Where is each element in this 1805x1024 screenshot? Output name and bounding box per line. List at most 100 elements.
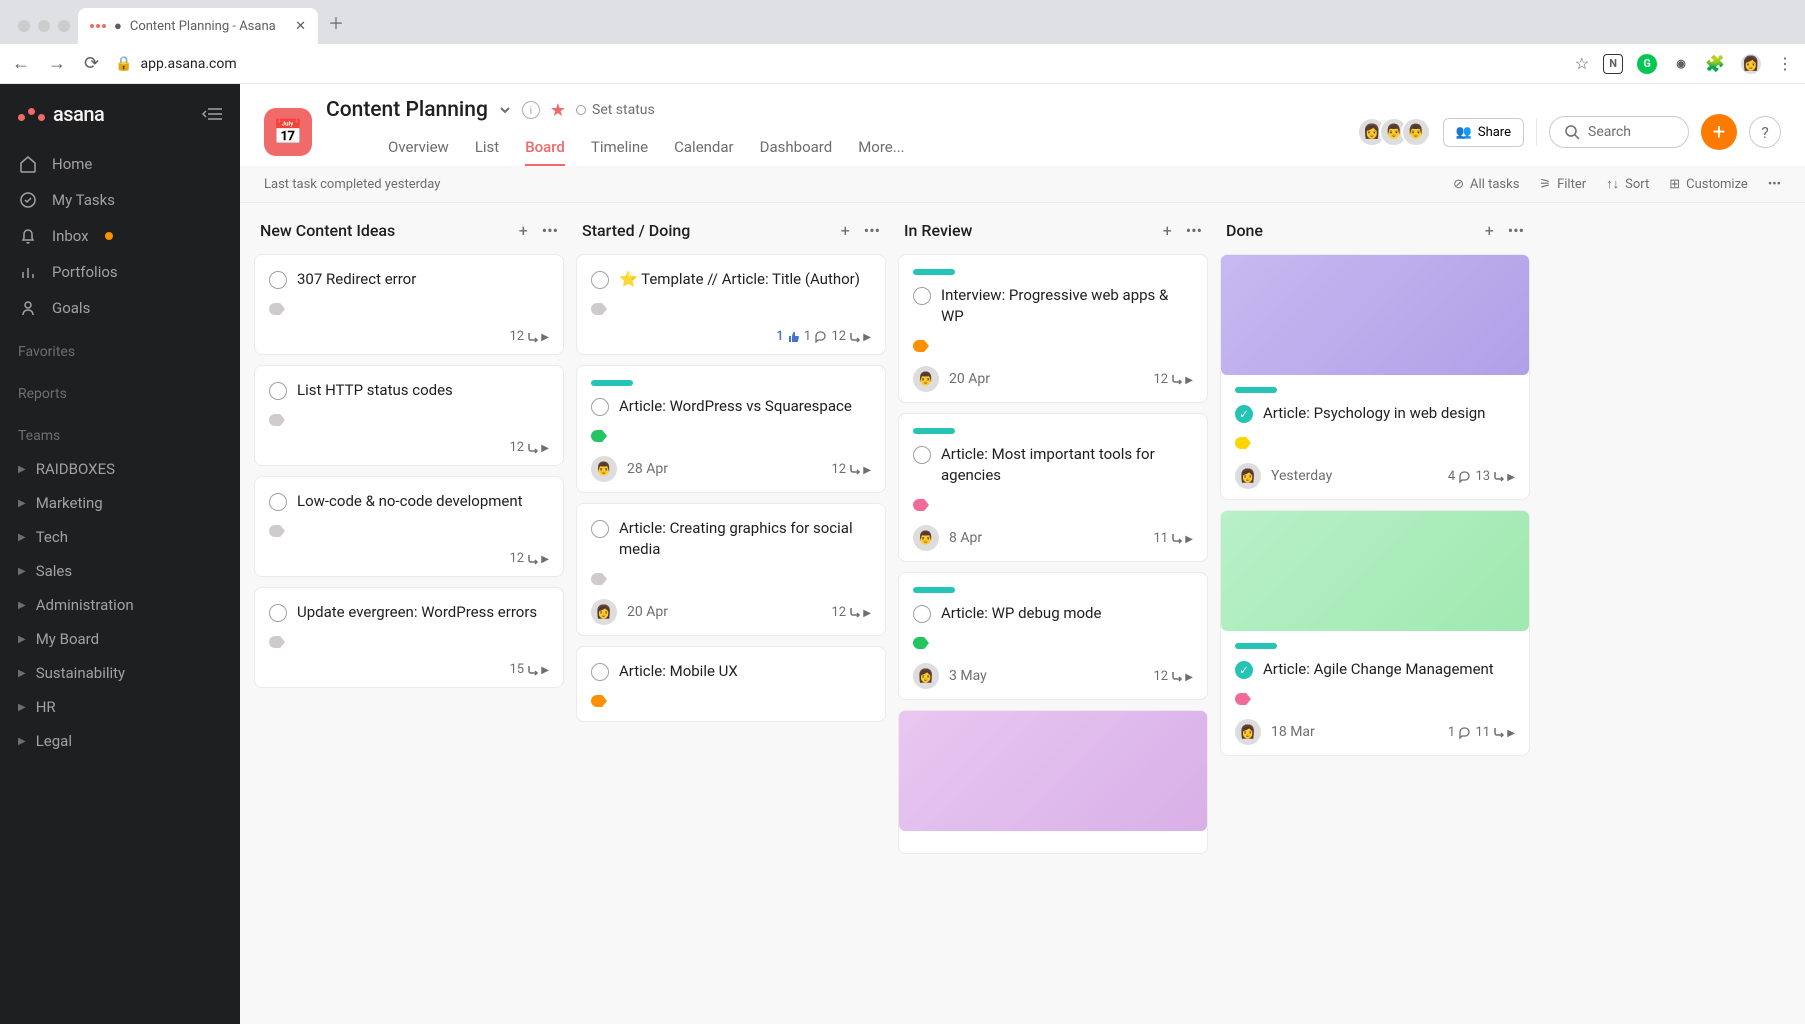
set-status-button[interactable]: Set status [576, 102, 655, 118]
task-card[interactable]: Article: WP debug mode👩3 May12 ▶ [898, 572, 1208, 700]
tab-timeline[interactable]: Timeline [591, 130, 648, 166]
add-card-icon[interactable]: + [841, 221, 850, 240]
complete-task-icon[interactable] [591, 520, 609, 538]
column-menu-icon[interactable]: ••• [1186, 221, 1202, 240]
task-card[interactable]: ⭐ Template // Article: Title (Author)1 1… [576, 254, 886, 355]
sidebar-item-inbox[interactable]: Inbox [0, 218, 240, 254]
sidebar-section-favorites[interactable]: Favorites [0, 326, 240, 368]
tab-close-icon[interactable]: ✕ [295, 19, 306, 34]
tab-more[interactable]: More... [858, 130, 904, 166]
url-field[interactable]: 🔒 app.asana.com [115, 56, 237, 72]
complete-task-icon[interactable] [591, 398, 609, 416]
comment-count[interactable]: 1 [1448, 725, 1472, 740]
add-card-icon[interactable]: + [1163, 221, 1172, 240]
subtask-count[interactable]: 12 ▶ [1153, 372, 1193, 387]
customize-button[interactable]: ⊞Customize [1669, 177, 1748, 192]
subtask-count[interactable]: 12 ▶ [509, 440, 549, 455]
complete-task-icon[interactable] [913, 446, 931, 464]
task-card[interactable]: 307 Redirect error12 ▶ [254, 254, 564, 355]
all-tasks-button[interactable]: ⊘All tasks [1453, 177, 1519, 192]
task-card[interactable]: Update evergreen: WordPress errors15 ▶ [254, 587, 564, 688]
maximize-window[interactable] [58, 20, 70, 32]
task-card[interactable]: Interview: Progressive web apps & WP👨20 … [898, 254, 1208, 403]
sidebar-team-item[interactable]: ▶Sales [0, 554, 240, 588]
task-card[interactable] [898, 710, 1208, 854]
project-title[interactable]: Content Planning [326, 98, 488, 122]
like-count[interactable]: 1 [776, 329, 800, 344]
task-card[interactable]: ✓Article: Psychology in web design👩Yeste… [1220, 254, 1530, 500]
subtask-count[interactable]: 12 ▶ [831, 605, 871, 620]
sidebar-item-goals[interactable]: Goals [0, 290, 240, 326]
tab-board[interactable]: Board [525, 130, 565, 166]
favorite-star-icon[interactable]: ★ [550, 100, 566, 121]
sidebar-item-my-tasks[interactable]: My Tasks [0, 182, 240, 218]
sidebar-team-item[interactable]: ▶Tech [0, 520, 240, 554]
tab-dashboard[interactable]: Dashboard [760, 130, 833, 166]
subtask-count[interactable]: 11 ▶ [1153, 531, 1193, 546]
subtask-count[interactable]: 12 ▶ [509, 329, 549, 344]
sidebar-team-item[interactable]: ▶Sustainability [0, 656, 240, 690]
sort-button[interactable]: ↑↓Sort [1606, 176, 1649, 192]
assignee-avatar[interactable]: 👩 [913, 663, 939, 689]
complete-task-icon[interactable] [269, 493, 287, 511]
task-card[interactable]: Article: Most important tools for agenci… [898, 413, 1208, 562]
complete-task-icon[interactable] [591, 271, 609, 289]
complete-task-icon[interactable]: ✓ [1235, 405, 1253, 423]
bookmark-star-icon[interactable]: ☆ [1575, 54, 1589, 73]
collapse-sidebar-icon[interactable] [202, 107, 222, 121]
reload-button[interactable]: ⟳ [84, 53, 99, 74]
filter-button[interactable]: ⚞Filter [1539, 177, 1586, 192]
subtask-count[interactable]: 11 ▶ [1475, 725, 1515, 740]
task-card[interactable]: List HTTP status codes12 ▶ [254, 365, 564, 466]
complete-task-icon[interactable] [269, 382, 287, 400]
column-menu-icon[interactable]: ••• [1508, 221, 1524, 240]
task-card[interactable]: ✓Article: Agile Change Management👩18 Mar… [1220, 510, 1530, 756]
subtask-count[interactable]: 12 ▶ [831, 329, 871, 344]
complete-task-icon[interactable] [913, 287, 931, 305]
sidebar-team-item[interactable]: ▶My Board [0, 622, 240, 656]
tab-overview[interactable]: Overview [388, 130, 449, 166]
assignee-avatar[interactable]: 👨 [913, 525, 939, 551]
new-tab-button[interactable]: ＋ [318, 10, 354, 44]
comment-count[interactable]: 1 [804, 329, 828, 344]
forward-button[interactable]: → [48, 53, 66, 74]
assignee-avatar[interactable]: 👩 [1235, 719, 1261, 745]
subtask-count[interactable]: 12 ▶ [831, 462, 871, 477]
notion-extension-icon[interactable]: N [1603, 54, 1623, 74]
share-button[interactable]: 👥 Share [1443, 118, 1524, 147]
project-dropdown-icon[interactable] [498, 103, 512, 117]
tab-list[interactable]: List [475, 130, 499, 166]
project-icon[interactable]: 📅 [264, 108, 312, 156]
sidebar-team-item[interactable]: ▶HR [0, 690, 240, 724]
assignee-avatar[interactable]: 👩 [1235, 463, 1261, 489]
sidebar-team-item[interactable]: ▶RAIDBOXES [0, 452, 240, 486]
sidebar-section-reports[interactable]: Reports [0, 368, 240, 410]
task-card[interactable]: Article: Creating graphics for social me… [576, 503, 886, 636]
asana-logo[interactable]: asana [18, 102, 104, 126]
back-button[interactable]: ← [12, 53, 30, 74]
column-title[interactable]: Started / Doing [582, 221, 690, 240]
task-card[interactable]: Article: Mobile UX [576, 646, 886, 722]
sidebar-team-item[interactable]: ▶Legal [0, 724, 240, 758]
complete-task-icon[interactable] [269, 604, 287, 622]
complete-task-icon[interactable] [591, 663, 609, 681]
subtask-count[interactable]: 12 ▶ [1153, 669, 1193, 684]
help-button[interactable]: ? [1749, 116, 1781, 148]
sidebar-team-item[interactable]: ▶Administration [0, 588, 240, 622]
browser-menu-icon[interactable]: ⋮ [1777, 54, 1793, 73]
column-menu-icon[interactable]: ••• [864, 221, 880, 240]
add-card-icon[interactable]: + [519, 221, 528, 240]
assignee-avatar[interactable]: 👨 [913, 366, 939, 392]
comment-count[interactable]: 4 [1448, 469, 1472, 484]
sidebar-item-home[interactable]: Home [0, 146, 240, 182]
sidebar-team-item[interactable]: ▶Marketing [0, 486, 240, 520]
search-input[interactable]: Search [1549, 116, 1689, 148]
subtask-count[interactable]: 15 ▶ [509, 662, 549, 677]
task-card[interactable]: Article: WordPress vs Squarespace👨28 Apr… [576, 365, 886, 493]
subtask-count[interactable]: 13 ▶ [1475, 469, 1515, 484]
sidebar-item-portfolios[interactable]: Portfolios [0, 254, 240, 290]
avatar[interactable]: 👨 [1401, 117, 1431, 147]
task-card[interactable]: Low-code & no-code development12 ▶ [254, 476, 564, 577]
extension-icon[interactable]: ◉ [1671, 54, 1691, 74]
more-actions-icon[interactable]: ••• [1768, 177, 1781, 192]
